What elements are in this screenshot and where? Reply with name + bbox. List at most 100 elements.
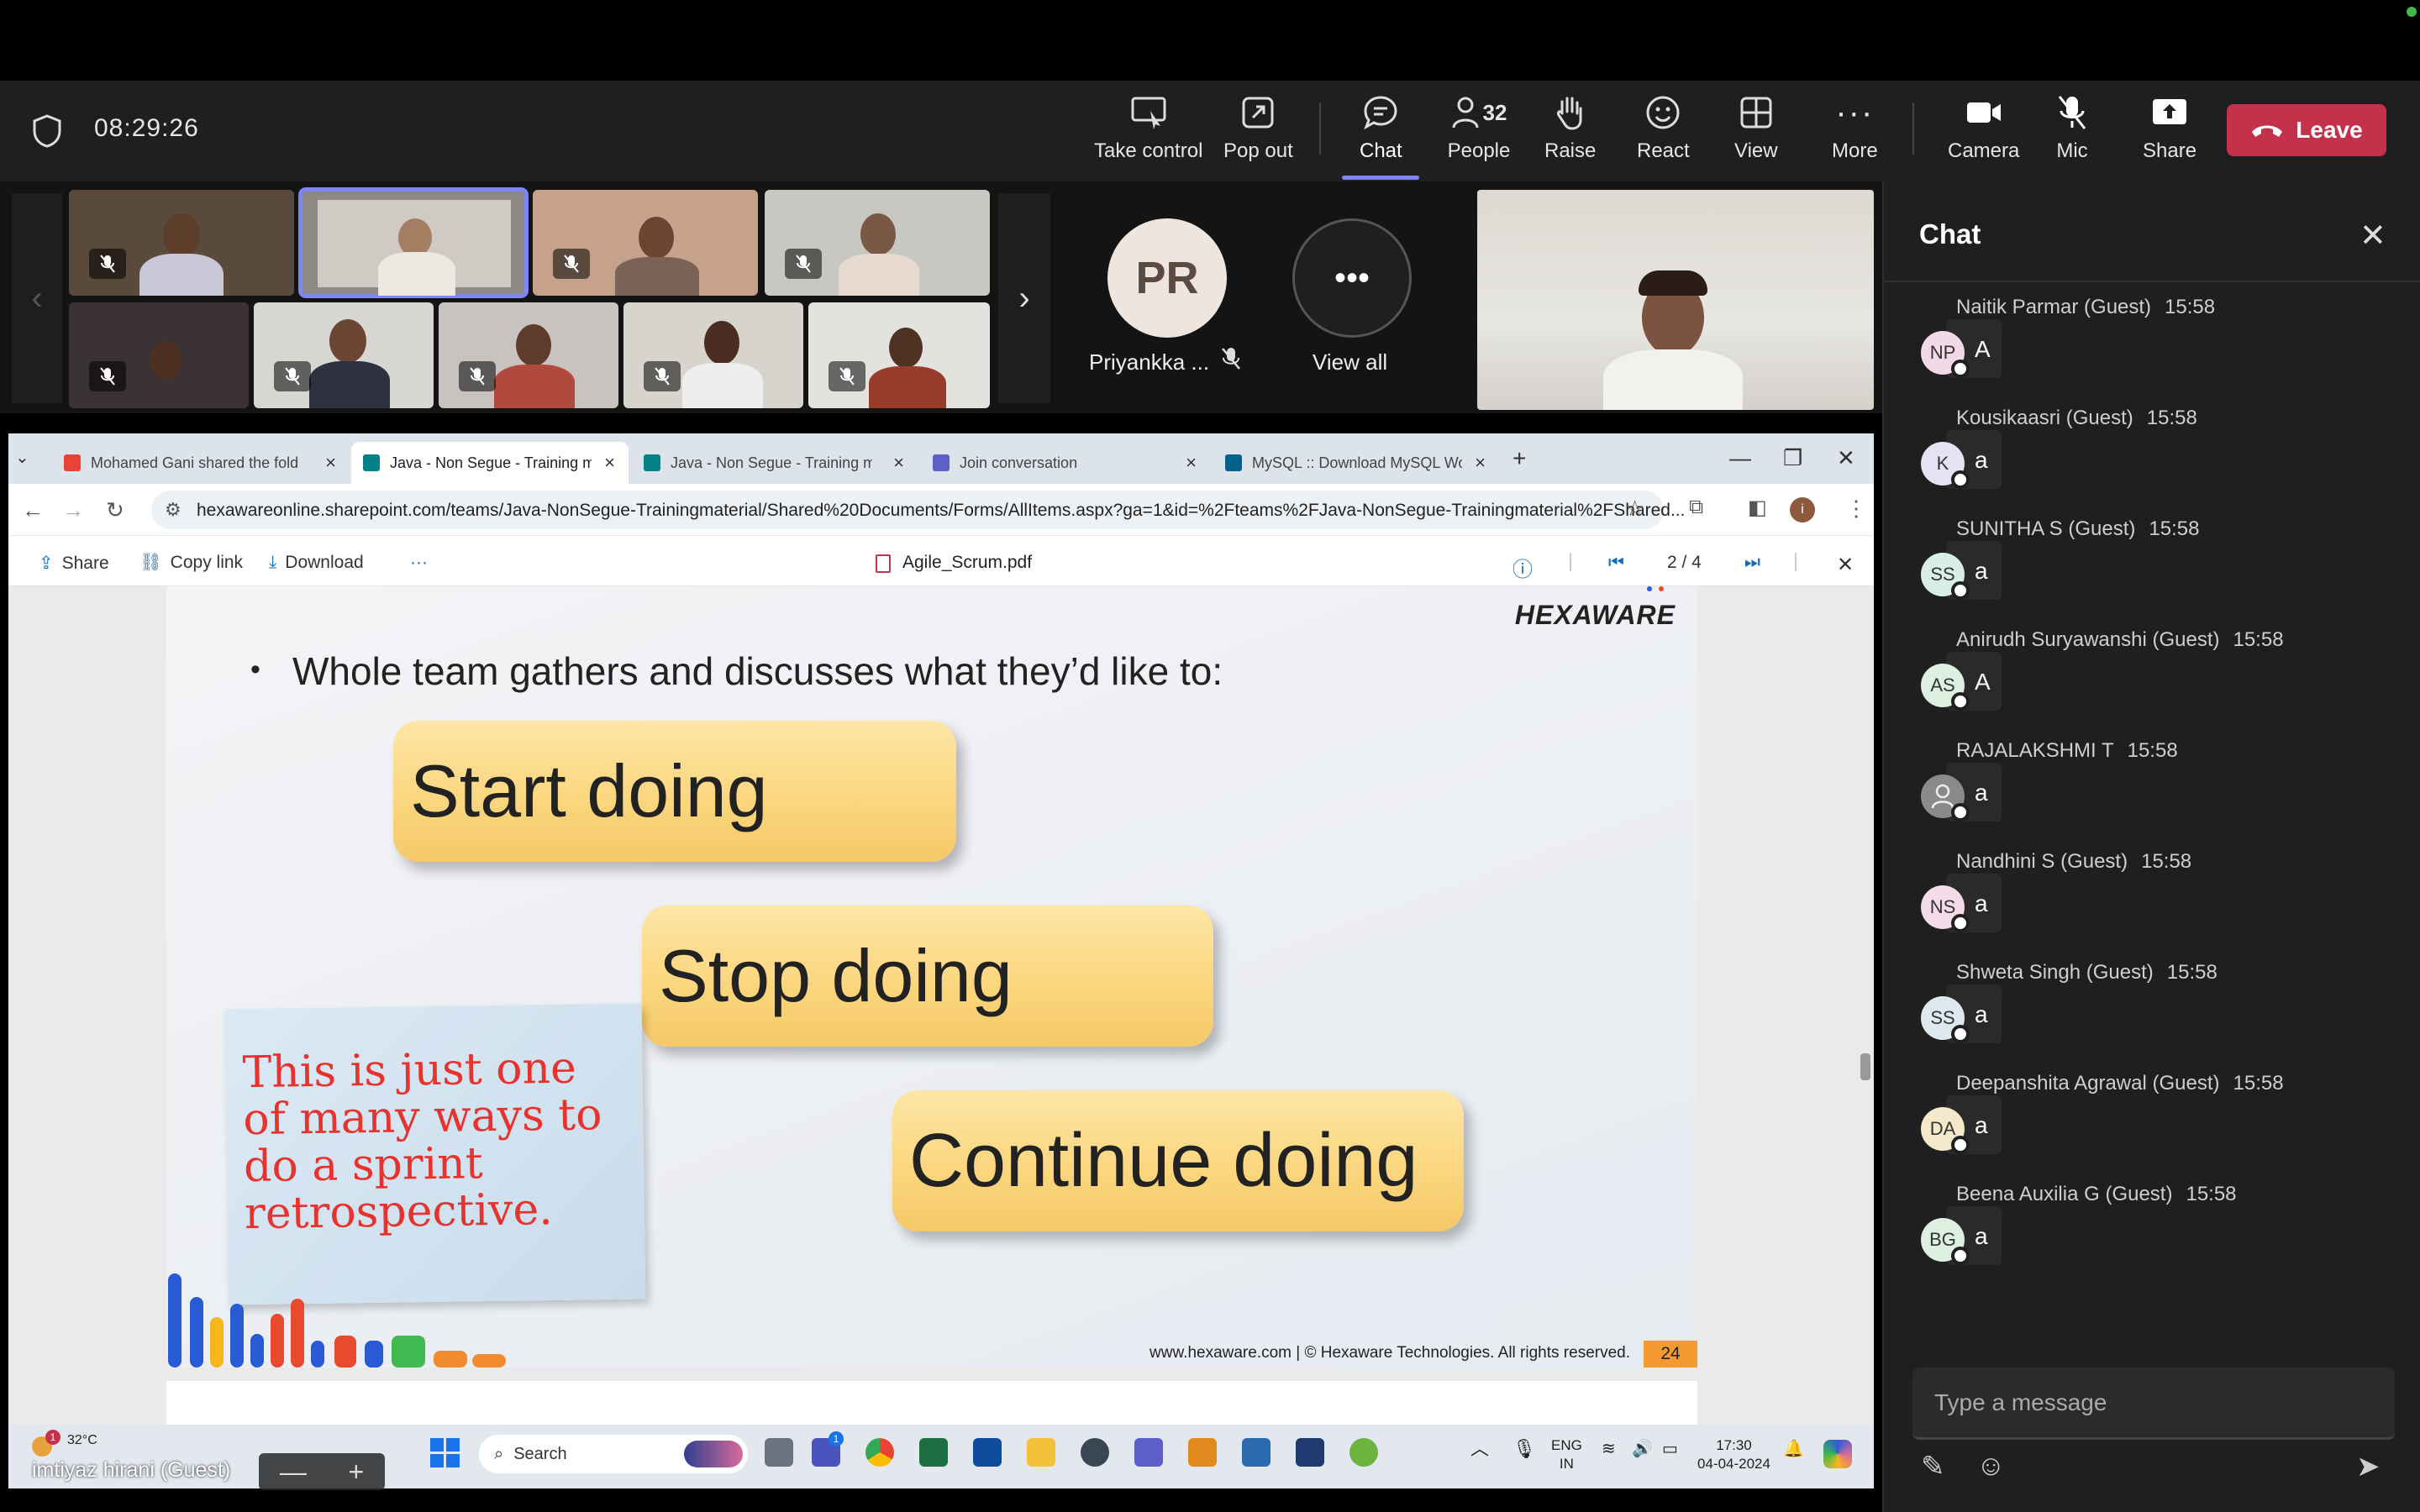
view-button[interactable]: View — [1734, 92, 1778, 168]
download-button[interactable]: ⤓ Download — [269, 553, 364, 573]
chat-message[interactable]: Naitik Parmar (Guest) 15:58 NP A — [1912, 296, 2383, 405]
close-viewer-icon[interactable]: ✕ — [1837, 553, 1854, 577]
bookmark-star-icon[interactable]: ☆ — [1625, 496, 1644, 522]
chat-message[interactable]: Nandhini S (Guest) 15:58 NS a — [1912, 850, 2383, 959]
mic-button[interactable]: Mic — [2052, 92, 2092, 168]
more-button[interactable]: ··· More — [1832, 92, 1878, 168]
mysql-workbench-icon[interactable] — [1296, 1438, 1324, 1467]
close-tab-icon[interactable]: × — [325, 452, 336, 474]
chat-message[interactable]: Shweta Singh (Guest) 15:58 SS a — [1912, 961, 2383, 1070]
zoom-out-button[interactable]: — — [280, 1457, 307, 1488]
browser-tab-active[interactable]: Java - Non Segue - Training ma × — [351, 442, 629, 484]
clock[interactable]: 17:30 04-04-2024 — [1697, 1436, 1770, 1473]
participant-video-tile[interactable] — [765, 190, 990, 296]
chat-message[interactable]: Anirudh Suryawanshi (Guest) 15:58 AS A — [1912, 628, 2383, 738]
wifi-icon[interactable]: ≋ — [1602, 1440, 1616, 1458]
taskbar-search[interactable]: ⌕ Search — [479, 1435, 748, 1473]
pop-out-button[interactable]: Pop out — [1223, 92, 1293, 168]
chat-button[interactable]: Chat — [1342, 92, 1419, 180]
browser-tab[interactable]: Java - Non Segue - Training ma × — [632, 442, 918, 484]
chat-message[interactable]: RAJALAKSHMI T 15:58 a — [1912, 739, 2383, 848]
profile-avatar[interactable]: i — [1790, 497, 1815, 522]
browser-tab[interactable]: Join conversation × — [921, 442, 1210, 484]
copilot-icon[interactable] — [1823, 1440, 1852, 1468]
site-info-icon[interactable]: ⚙ — [165, 499, 182, 521]
close-tab-icon[interactable]: × — [1186, 452, 1197, 474]
close-window-icon[interactable]: ✕ — [1837, 445, 1855, 471]
participant-video-tile-active[interactable] — [298, 187, 529, 298]
task-view-icon[interactable] — [765, 1438, 793, 1467]
participant-video-tile[interactable] — [439, 302, 618, 408]
close-tab-icon[interactable]: × — [893, 452, 904, 474]
people-button[interactable]: 32 People — [1444, 92, 1514, 168]
chrome-icon[interactable] — [865, 1438, 894, 1467]
chat-message[interactable]: Kousikaasri (Guest) 15:58 Ka — [1912, 407, 2383, 516]
participant-video-tile[interactable] — [69, 302, 249, 408]
participant-video-tile[interactable] — [808, 302, 990, 408]
zoom-in-button[interactable]: + — [348, 1457, 364, 1488]
pdf-viewport[interactable]: HEXAWARE Whole team gathers and discusse… — [8, 586, 1874, 1425]
browser-tab[interactable]: Mohamed Gani shared the fold × — [52, 442, 350, 484]
language-indicator[interactable]: ENG IN — [1551, 1436, 1582, 1473]
gallery-prev-button[interactable]: ‹ — [12, 193, 62, 403]
pdf-filename: Agile_Scrum.pdf — [902, 553, 1033, 572]
excel-icon[interactable] — [919, 1438, 948, 1467]
forward-icon[interactable]: → — [62, 497, 84, 523]
format-icon[interactable]: ✎ — [1921, 1450, 1945, 1483]
notepad-icon[interactable] — [1242, 1438, 1270, 1467]
share-screen-button[interactable]: Share — [2143, 92, 2196, 168]
chat-message[interactable]: Deepanshita Agrawal (Guest) 15:58 DA a — [1912, 1072, 2383, 1181]
volume-icon[interactable]: 🔊 — [1632, 1440, 1653, 1458]
reload-icon[interactable]: ↻ — [106, 497, 124, 523]
new-tab-button[interactable]: + — [1512, 445, 1526, 472]
teams-icon[interactable] — [1134, 1438, 1163, 1467]
battery-icon[interactable]: ▭ — [1662, 1440, 1678, 1458]
browser-tab[interactable]: MySQL :: Download MySQL Wo × — [1213, 442, 1499, 484]
file-explorer-icon[interactable] — [1027, 1438, 1055, 1467]
tray-chevron-icon[interactable]: ︿ — [1470, 1440, 1489, 1458]
restore-icon[interactable]: ❐ — [1783, 445, 1802, 471]
view-all-button[interactable]: ••• — [1292, 218, 1412, 338]
emoji-icon[interactable]: ☺ — [1976, 1450, 2006, 1483]
tab-search-icon[interactable]: ⌄ — [15, 447, 29, 468]
participant-avatar[interactable]: PR — [1107, 218, 1227, 338]
extensions-icon[interactable]: ⧉ — [1689, 496, 1703, 519]
message-text: a — [1975, 558, 1988, 584]
obs-icon[interactable] — [1081, 1438, 1109, 1467]
react-button[interactable]: React — [1637, 92, 1690, 168]
pdf-more-button[interactable]: ··· — [410, 553, 428, 573]
copy-link-button[interactable]: ⛓ Copy link — [139, 553, 243, 573]
send-icon[interactable]: ➤ — [2356, 1450, 2381, 1483]
side-panel-icon[interactable]: ◧ — [1748, 496, 1767, 520]
gallery-next-button[interactable]: › — [998, 193, 1050, 403]
back-icon[interactable]: ← — [22, 497, 44, 523]
close-tab-icon[interactable]: × — [604, 452, 615, 474]
app-window-icon[interactable] — [973, 1438, 1002, 1467]
raise-hand-button[interactable]: Raise — [1544, 92, 1596, 168]
pdf-share-button[interactable]: ⇪ Share — [39, 553, 109, 574]
spotlight-video[interactable] — [1477, 190, 1874, 410]
participant-video-tile[interactable] — [69, 190, 294, 296]
message-input[interactable]: Type a message — [1912, 1368, 2395, 1440]
windows-start-icon[interactable] — [430, 1438, 460, 1468]
last-page-icon[interactable]: ⏭ — [1744, 553, 1760, 573]
first-page-icon[interactable]: ⏮ — [1608, 553, 1624, 573]
app-icon[interactable] — [1188, 1438, 1217, 1467]
info-icon[interactable]: ⓘ — [1512, 553, 1533, 582]
participant-video-tile[interactable] — [533, 190, 758, 296]
spring-icon[interactable] — [1349, 1438, 1378, 1467]
leave-button[interactable]: Leave — [2227, 104, 2386, 156]
chat-message[interactable]: Beena Auxilia G (Guest) 15:58 BG a — [1912, 1183, 2383, 1292]
minimize-icon[interactable]: — — [1729, 445, 1751, 471]
browser-menu-icon[interactable]: ⋮ — [1845, 496, 1867, 522]
microphone-icon[interactable]: 🎙 — [1512, 1440, 1536, 1458]
scrollbar-thumb[interactable] — [1860, 1053, 1870, 1080]
close-tab-icon[interactable]: × — [1475, 452, 1486, 474]
participant-video-tile[interactable] — [623, 302, 803, 408]
participant-video-tile[interactable] — [254, 302, 434, 408]
camera-button[interactable]: Camera — [1948, 92, 2019, 168]
chat-message[interactable]: SUNITHA S (Guest) 15:58 SS a — [1912, 517, 2383, 627]
take-control-button[interactable]: Take control — [1094, 92, 1202, 168]
notification-bell-icon[interactable]: 🔔 — [1783, 1440, 1804, 1458]
close-chat-icon[interactable]: ✕ — [2360, 217, 2386, 255]
